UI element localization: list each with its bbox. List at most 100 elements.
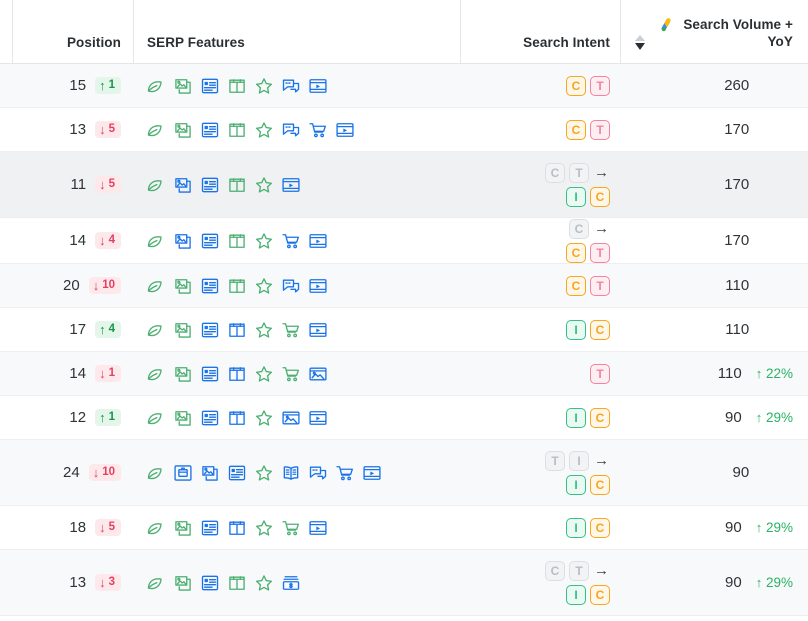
video-icon[interactable]	[308, 276, 328, 296]
table-row[interactable]: 13 ↓5 CT 170↑ 0%	[0, 108, 808, 152]
intent-badge-previous-c[interactable]: C	[569, 218, 589, 239]
featured-snippet-icon[interactable]	[200, 364, 220, 384]
video-icon[interactable]	[308, 231, 328, 251]
image-carousel-icon[interactable]	[281, 408, 301, 428]
intent-badge-t[interactable]: T	[590, 75, 610, 96]
video-icon[interactable]	[308, 518, 328, 538]
video-icon[interactable]	[308, 76, 328, 96]
intent-badge-i[interactable]: I	[566, 517, 586, 538]
intent-badge-c[interactable]: C	[590, 319, 610, 340]
column-header-search-volume[interactable]: Search Volume + YoY	[620, 0, 806, 63]
image-pack-icon[interactable]	[200, 463, 220, 483]
reviews-star-icon[interactable]	[254, 408, 274, 428]
shopping-cart-icon[interactable]	[335, 463, 355, 483]
column-header-serp-features[interactable]: SERP Features	[133, 0, 460, 63]
image-pack-icon[interactable]	[173, 76, 193, 96]
intent-badge-t[interactable]: T	[590, 119, 610, 140]
table-row[interactable]: 18 ↓ 5 I C 90 ↑ 29%	[0, 506, 808, 550]
intent-badge-c[interactable]: C	[590, 407, 610, 428]
shopping-cart-icon[interactable]	[281, 320, 301, 340]
featured-snippet-icon[interactable]	[200, 408, 220, 428]
people-also-ask-icon[interactable]	[281, 76, 301, 96]
column-header-search-intent[interactable]: Search Intent	[460, 0, 620, 63]
reviews-star-icon[interactable]	[254, 463, 274, 483]
featured-snippet-icon[interactable]	[227, 463, 247, 483]
image-pack-icon[interactable]	[173, 276, 193, 296]
leaf-icon[interactable]	[146, 573, 166, 593]
image-pack-icon[interactable]	[173, 120, 193, 140]
sort-toggle-search-volume[interactable]	[633, 31, 647, 53]
intent-badge-c[interactable]: C	[566, 242, 586, 263]
intent-badge-c[interactable]: C	[566, 75, 586, 96]
image-pack-icon[interactable]	[173, 408, 193, 428]
intent-badge-t[interactable]: T	[590, 275, 610, 296]
featured-snippet-icon[interactable]	[200, 120, 220, 140]
intent-badge-c[interactable]: C	[590, 474, 610, 495]
intent-badge-i[interactable]: I	[566, 474, 586, 495]
leaf-icon[interactable]	[146, 276, 166, 296]
intent-badge-i[interactable]: I	[566, 186, 586, 207]
shopping-pack-icon[interactable]	[227, 76, 247, 96]
table-row[interactable]: 12 ↑ 1 I C 90 ↑ 29%	[0, 396, 808, 440]
featured-snippet-icon[interactable]	[200, 175, 220, 195]
leaf-icon[interactable]	[146, 408, 166, 428]
shopping-pack-icon[interactable]	[227, 518, 247, 538]
reviews-star-icon[interactable]	[254, 276, 274, 296]
intent-badge-previous-t[interactable]: T	[569, 162, 589, 183]
people-also-ask-icon[interactable]	[308, 463, 328, 483]
intent-badge-previous-t[interactable]: T	[545, 450, 565, 471]
people-also-ask-icon[interactable]	[281, 276, 301, 296]
shopping-cart-icon[interactable]	[281, 518, 301, 538]
shopping-pack-icon[interactable]	[227, 175, 247, 195]
intent-badge-i[interactable]: I	[566, 584, 586, 605]
shopping-cart-icon[interactable]	[281, 364, 301, 384]
shopping-cart-icon[interactable]	[281, 231, 301, 251]
knowledge-panel-icon[interactable]	[281, 463, 301, 483]
image-pack-icon[interactable]	[173, 518, 193, 538]
video-icon[interactable]	[362, 463, 382, 483]
video-icon[interactable]	[281, 175, 301, 195]
reviews-star-icon[interactable]	[254, 231, 274, 251]
image-pack-icon[interactable]	[173, 175, 193, 195]
table-row[interactable]: 13 ↓ 3 C T → I C 90 ↑ 29%	[0, 550, 808, 616]
intent-badge-c[interactable]: C	[590, 186, 610, 207]
reviews-star-icon[interactable]	[254, 573, 274, 593]
product-box-icon[interactable]	[173, 463, 193, 483]
table-row[interactable]: 14 ↓ 1 T 110 ↑ 22%	[0, 352, 808, 396]
reviews-star-icon[interactable]	[254, 175, 274, 195]
intent-badge-previous-c[interactable]: C	[545, 162, 565, 183]
intent-badge-c[interactable]: C	[566, 275, 586, 296]
featured-snippet-icon[interactable]	[200, 573, 220, 593]
leaf-icon[interactable]	[146, 231, 166, 251]
price-icon[interactable]	[281, 573, 301, 593]
image-pack-icon[interactable]	[173, 320, 193, 340]
intent-badge-c[interactable]: C	[566, 119, 586, 140]
reviews-star-icon[interactable]	[254, 76, 274, 96]
column-header-position[interactable]: Position	[12, 0, 133, 63]
table-row[interactable]: 11 ↓5 CT → IC 170↑ 0%	[0, 152, 808, 218]
reviews-star-icon[interactable]	[254, 364, 274, 384]
intent-badge-c[interactable]: C	[590, 584, 610, 605]
leaf-icon[interactable]	[146, 76, 166, 96]
video-icon[interactable]	[335, 120, 355, 140]
intent-badge-previous-c[interactable]: C	[545, 560, 565, 581]
shopping-pack-icon[interactable]	[227, 573, 247, 593]
shopping-pack-icon[interactable]	[227, 320, 247, 340]
video-icon[interactable]	[308, 320, 328, 340]
reviews-star-icon[interactable]	[254, 120, 274, 140]
intent-badge-t[interactable]: T	[590, 242, 610, 263]
intent-badge-i[interactable]: I	[566, 407, 586, 428]
image-pack-icon[interactable]	[173, 364, 193, 384]
reviews-star-icon[interactable]	[254, 320, 274, 340]
table-row[interactable]: 17 ↑4 IC 110↑ 0%	[0, 308, 808, 352]
featured-snippet-icon[interactable]	[200, 231, 220, 251]
intent-badge-previous-t[interactable]: T	[569, 560, 589, 581]
featured-snippet-icon[interactable]	[200, 320, 220, 340]
featured-snippet-icon[interactable]	[200, 76, 220, 96]
shopping-pack-icon[interactable]	[227, 120, 247, 140]
leaf-icon[interactable]	[146, 518, 166, 538]
table-row[interactable]: 14↓4C→CT170↑ 0%	[0, 218, 808, 264]
shopping-pack-icon[interactable]	[227, 408, 247, 428]
shopping-pack-icon[interactable]	[227, 364, 247, 384]
image-pack-icon[interactable]	[173, 231, 193, 251]
